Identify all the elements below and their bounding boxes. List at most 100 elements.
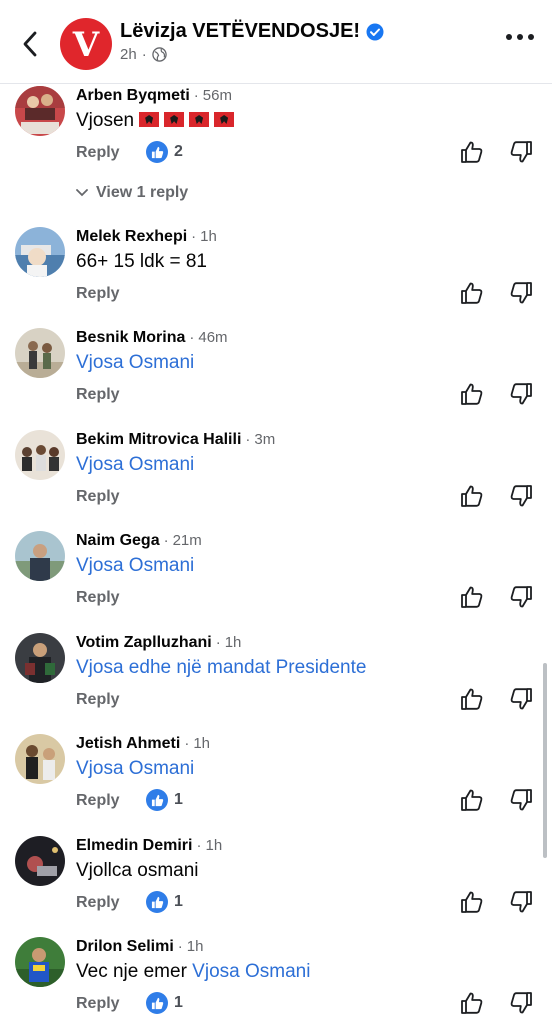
comment-header: Drilon Selimi · 1h bbox=[76, 938, 203, 956]
comment-time-separator: · bbox=[196, 837, 202, 854]
comment-mention[interactable]: Vjosa Osmani bbox=[76, 454, 194, 476]
thumbs-down-icon[interactable] bbox=[509, 140, 533, 164]
thumbs-down-icon[interactable] bbox=[509, 382, 533, 406]
avatar[interactable] bbox=[15, 633, 65, 683]
comment-text: Vjosen bbox=[76, 110, 235, 132]
comment: Besnik Morina · 46m Vjosa Osmani Reply bbox=[0, 328, 552, 428]
like-reaction-icon bbox=[146, 992, 168, 1014]
page-avatar[interactable]: V bbox=[60, 18, 112, 70]
comment: Jetish Ahmeti · 1h Vjosa Osmani Reply 1 bbox=[0, 734, 552, 834]
thumbs-down-icon[interactable] bbox=[509, 281, 533, 305]
comment-text-body: Vec nje emer bbox=[76, 961, 193, 982]
comment: Drilon Selimi · 1h Vec nje emer Vjosa Os… bbox=[0, 937, 552, 1024]
comment-header: Naim Gega · 21m bbox=[76, 532, 202, 550]
comment-text: Vec nje emer Vjosa Osmani bbox=[76, 961, 310, 983]
view-replies-link[interactable]: View 1 reply bbox=[76, 184, 188, 202]
like-count: 1 bbox=[174, 893, 183, 910]
post-meta: 2h · bbox=[120, 46, 167, 63]
comment-header: Bekim Mitrovica Halili · 3m bbox=[76, 431, 275, 449]
comment-time-separator: · bbox=[184, 735, 190, 752]
thumbs-down-icon[interactable] bbox=[509, 991, 533, 1015]
reply-button[interactable]: Reply bbox=[76, 386, 120, 404]
avatar[interactable] bbox=[15, 836, 65, 886]
avatar[interactable] bbox=[15, 86, 65, 136]
comment-time: 21m bbox=[172, 532, 202, 549]
reply-button[interactable]: Reply bbox=[76, 792, 120, 810]
meta-separator: · bbox=[141, 46, 147, 63]
comment: Arben Byqmeti · 56m Vjosen Reply 2 View … bbox=[0, 86, 552, 201]
comment-author[interactable]: Votim Zaplluzhani bbox=[76, 634, 212, 652]
comment: Melek Rexhepi · 1h 66+ 15 ldk = 81 Reply bbox=[0, 227, 552, 327]
like-count: 2 bbox=[174, 143, 183, 160]
avatar[interactable] bbox=[15, 227, 65, 277]
reply-button[interactable]: Reply bbox=[76, 589, 120, 607]
comment-author[interactable]: Jetish Ahmeti bbox=[76, 735, 180, 753]
comment-author[interactable]: Naim Gega bbox=[76, 532, 160, 550]
reaction-count[interactable]: 1 bbox=[146, 891, 183, 913]
comment-author[interactable]: Besnik Morina bbox=[76, 329, 185, 347]
page-name[interactable]: Lëvizja VETËVENDOSJE! bbox=[120, 20, 384, 43]
avatar[interactable] bbox=[15, 430, 65, 480]
comment-mention[interactable]: Vjosa Osmani bbox=[76, 555, 194, 577]
comment: Bekim Mitrovica Halili · 3m Vjosa Osmani… bbox=[0, 430, 552, 530]
reply-button[interactable]: Reply bbox=[76, 691, 120, 709]
reaction-count[interactable]: 1 bbox=[146, 789, 183, 811]
comment-author[interactable]: Arben Byqmeti bbox=[76, 87, 190, 105]
reply-button[interactable]: Reply bbox=[76, 995, 120, 1013]
thumbs-down-icon[interactable] bbox=[509, 585, 533, 609]
page-logo-letter: V bbox=[72, 25, 100, 65]
comment-header: Besnik Morina · 46m bbox=[76, 329, 228, 347]
albanian-flag-icon bbox=[139, 112, 160, 127]
more-options-icon[interactable] bbox=[506, 34, 534, 40]
thumbs-up-icon[interactable] bbox=[460, 585, 484, 609]
comment-mention[interactable]: Vjosa Osmani bbox=[76, 352, 194, 374]
comment-time: 3m bbox=[254, 431, 276, 448]
comment-mention[interactable]: Vjosa Osmani bbox=[76, 758, 194, 780]
comment-author[interactable]: Melek Rexhepi bbox=[76, 228, 187, 246]
avatar[interactable] bbox=[15, 328, 65, 378]
thumbs-down-icon[interactable] bbox=[509, 484, 533, 508]
albanian-flag-icon bbox=[189, 112, 210, 127]
reaction-count[interactable]: 2 bbox=[146, 141, 183, 163]
comment-mention[interactable]: Vjosa Osmani bbox=[192, 961, 310, 982]
thumbs-down-icon[interactable] bbox=[509, 788, 533, 812]
reply-button[interactable]: Reply bbox=[76, 488, 120, 506]
scrollbar[interactable] bbox=[543, 663, 547, 858]
thumbs-up-icon[interactable] bbox=[460, 788, 484, 812]
comment-time-separator: · bbox=[163, 532, 169, 549]
thumbs-up-icon[interactable] bbox=[460, 382, 484, 406]
thumbs-up-icon[interactable] bbox=[460, 991, 484, 1015]
comment-time-separator: · bbox=[245, 431, 251, 448]
comment-author[interactable]: Drilon Selimi bbox=[76, 938, 174, 956]
back-arrow-icon[interactable] bbox=[16, 28, 44, 60]
reply-button[interactable]: Reply bbox=[76, 894, 120, 912]
reaction-count[interactable]: 1 bbox=[146, 992, 183, 1014]
thumbs-up-icon[interactable] bbox=[460, 484, 484, 508]
view-replies-label: View 1 reply bbox=[96, 184, 189, 201]
comment-author[interactable]: Elmedin Demiri bbox=[76, 837, 192, 855]
comment-header: Arben Byqmeti · 56m bbox=[76, 87, 232, 105]
comment-author[interactable]: Bekim Mitrovica Halili bbox=[76, 431, 241, 449]
post-time: 2h bbox=[120, 46, 137, 63]
avatar[interactable] bbox=[15, 531, 65, 581]
albanian-flag-icon bbox=[214, 112, 235, 127]
thumbs-up-icon[interactable] bbox=[460, 281, 484, 305]
thumbs-down-icon[interactable] bbox=[509, 687, 533, 711]
comment-header: Elmedin Demiri · 1h bbox=[76, 837, 222, 855]
comment-text: 66+ 15 ldk = 81 bbox=[76, 251, 207, 272]
thumbs-down-icon[interactable] bbox=[509, 890, 533, 914]
like-reaction-icon bbox=[146, 141, 168, 163]
comment-header: Jetish Ahmeti · 1h bbox=[76, 735, 210, 753]
comment-time: 1h bbox=[193, 735, 211, 752]
comment-mention[interactable]: Vjosa edhe një mandat Presidente bbox=[76, 657, 366, 679]
thumbs-up-icon[interactable] bbox=[460, 687, 484, 711]
thumbs-up-icon[interactable] bbox=[460, 140, 484, 164]
thumbs-up-icon[interactable] bbox=[460, 890, 484, 914]
avatar[interactable] bbox=[15, 937, 65, 987]
comment-time: 1h bbox=[205, 837, 223, 854]
reply-button[interactable]: Reply bbox=[76, 285, 120, 303]
comment-time: 46m bbox=[198, 329, 228, 346]
globe-icon bbox=[151, 47, 167, 62]
reply-button[interactable]: Reply bbox=[76, 144, 120, 162]
avatar[interactable] bbox=[15, 734, 65, 784]
